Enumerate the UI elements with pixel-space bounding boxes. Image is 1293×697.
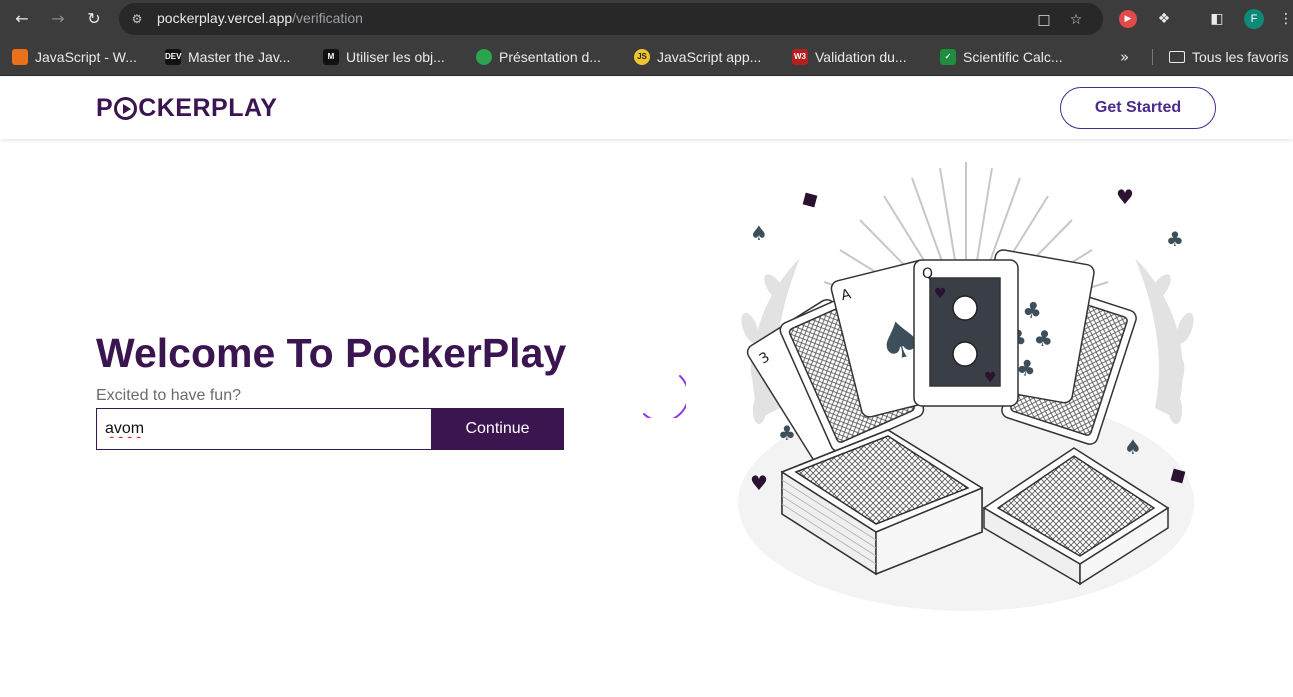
js-icon: JS [634,49,650,65]
play-button-logo-icon [114,96,138,120]
more-bookmarks-chevron-icon[interactable]: » [1120,47,1129,67]
url-path: /verification [292,10,363,26]
bookmark-label: Master the Jav... [188,49,291,65]
loading-spinner-icon [643,375,686,418]
browser-toolbar: ← → ↻ ⚙ pockerplay.vercel.app/verificati… [0,0,1293,38]
forward-arrow-icon[interactable]: → [46,7,70,31]
address-bar[interactable]: ⚙ pockerplay.vercel.app/verification □ ☆ [119,3,1103,35]
bookmark-item[interactable]: ✓ Scientific Calc... [940,47,1063,67]
dev-icon: DEV [165,49,181,65]
bookmark-item[interactable]: JS JavaScript app... [634,47,761,67]
bookmark-item[interactable]: M Utiliser les obj... [323,47,445,67]
globe-icon [476,49,492,65]
bookmark-label: Scientific Calc... [963,49,1063,65]
extension-play-icon[interactable]: ▶ [1119,10,1137,28]
continue-button[interactable]: Continue [431,408,564,450]
site-settings-icon[interactable]: ⚙ [129,11,145,27]
bookmark-item[interactable]: DEV Master the Jav... [165,47,290,67]
side-panel-icon[interactable]: ◧ [1207,9,1227,29]
get-started-button[interactable]: Get Started [1060,87,1216,129]
spade-suit-icon: ♠ [750,221,768,245]
install-app-icon[interactable]: □ [1035,11,1053,29]
svg-text:♥: ♥ [984,370,997,386]
check-icon: ✓ [940,49,956,65]
w3-icon: W3 [792,49,808,65]
bookmark-item[interactable]: JavaScript - W... [12,47,137,67]
bookmarks-folder-label: Tous les favoris [1192,49,1289,65]
site-header: P CKERPLAY Get Started [0,77,1293,139]
bookmark-label: JavaScript app... [657,49,762,65]
url-host: pockerplay.vercel.app [157,10,293,26]
playing-cards-illustration: ♥ ♠ ♣ ♣ ♥ ♠ 3 A ♠ 7 ♣ ♣ ♣ ♣ [738,162,1194,611]
back-arrow-icon[interactable]: ← [10,7,34,31]
heart-suit-icon: ♥ [750,471,768,495]
menu-kebab-icon[interactable]: ⋮ [1279,9,1293,29]
bookmark-star-icon[interactable]: ☆ [1067,11,1085,29]
queen-card: Q ♥ ♥ [913,259,1019,407]
bookmarks-divider [1152,49,1153,65]
logo-prefix: P [96,93,114,122]
svg-text:♥: ♥ [934,286,947,302]
page-subtitle: Excited to have fun? [96,387,241,404]
logo-suffix: CKERPLAY [138,93,278,122]
url-text[interactable]: pockerplay.vercel.app/verification [157,10,363,26]
folder-icon [1169,51,1185,63]
extensions-puzzle-icon[interactable]: ❖ [1154,9,1174,29]
reload-icon[interactable]: ↻ [82,7,106,31]
club-suit-icon: ♣ [1166,227,1184,251]
page-title: Welcome To PockerPlay [96,330,567,376]
fox-icon [12,49,28,65]
heart-suit-icon: ♥ [1116,185,1134,209]
pockerplay-logo[interactable]: P CKERPLAY [96,94,277,122]
profile-avatar[interactable]: F [1244,9,1264,29]
bookmark-label: JavaScript - W... [35,49,137,65]
mdn-icon: M [323,49,339,65]
bookmark-item[interactable]: W3 Validation du... [792,47,907,67]
username-input[interactable] [96,408,432,450]
bookmark-item[interactable]: Présentation d... [476,47,601,67]
bookmark-label: Présentation d... [499,49,601,65]
bookmarks-bar: JavaScript - W... DEV Master the Jav... … [0,38,1293,76]
all-bookmarks-folder[interactable]: Tous les favoris [1169,47,1288,67]
spade-suit-icon: ♠ [1124,435,1142,459]
bookmark-label: Validation du... [815,49,907,65]
bookmark-label: Utiliser les obj... [346,49,445,65]
diamond-suit-icon [802,192,818,208]
